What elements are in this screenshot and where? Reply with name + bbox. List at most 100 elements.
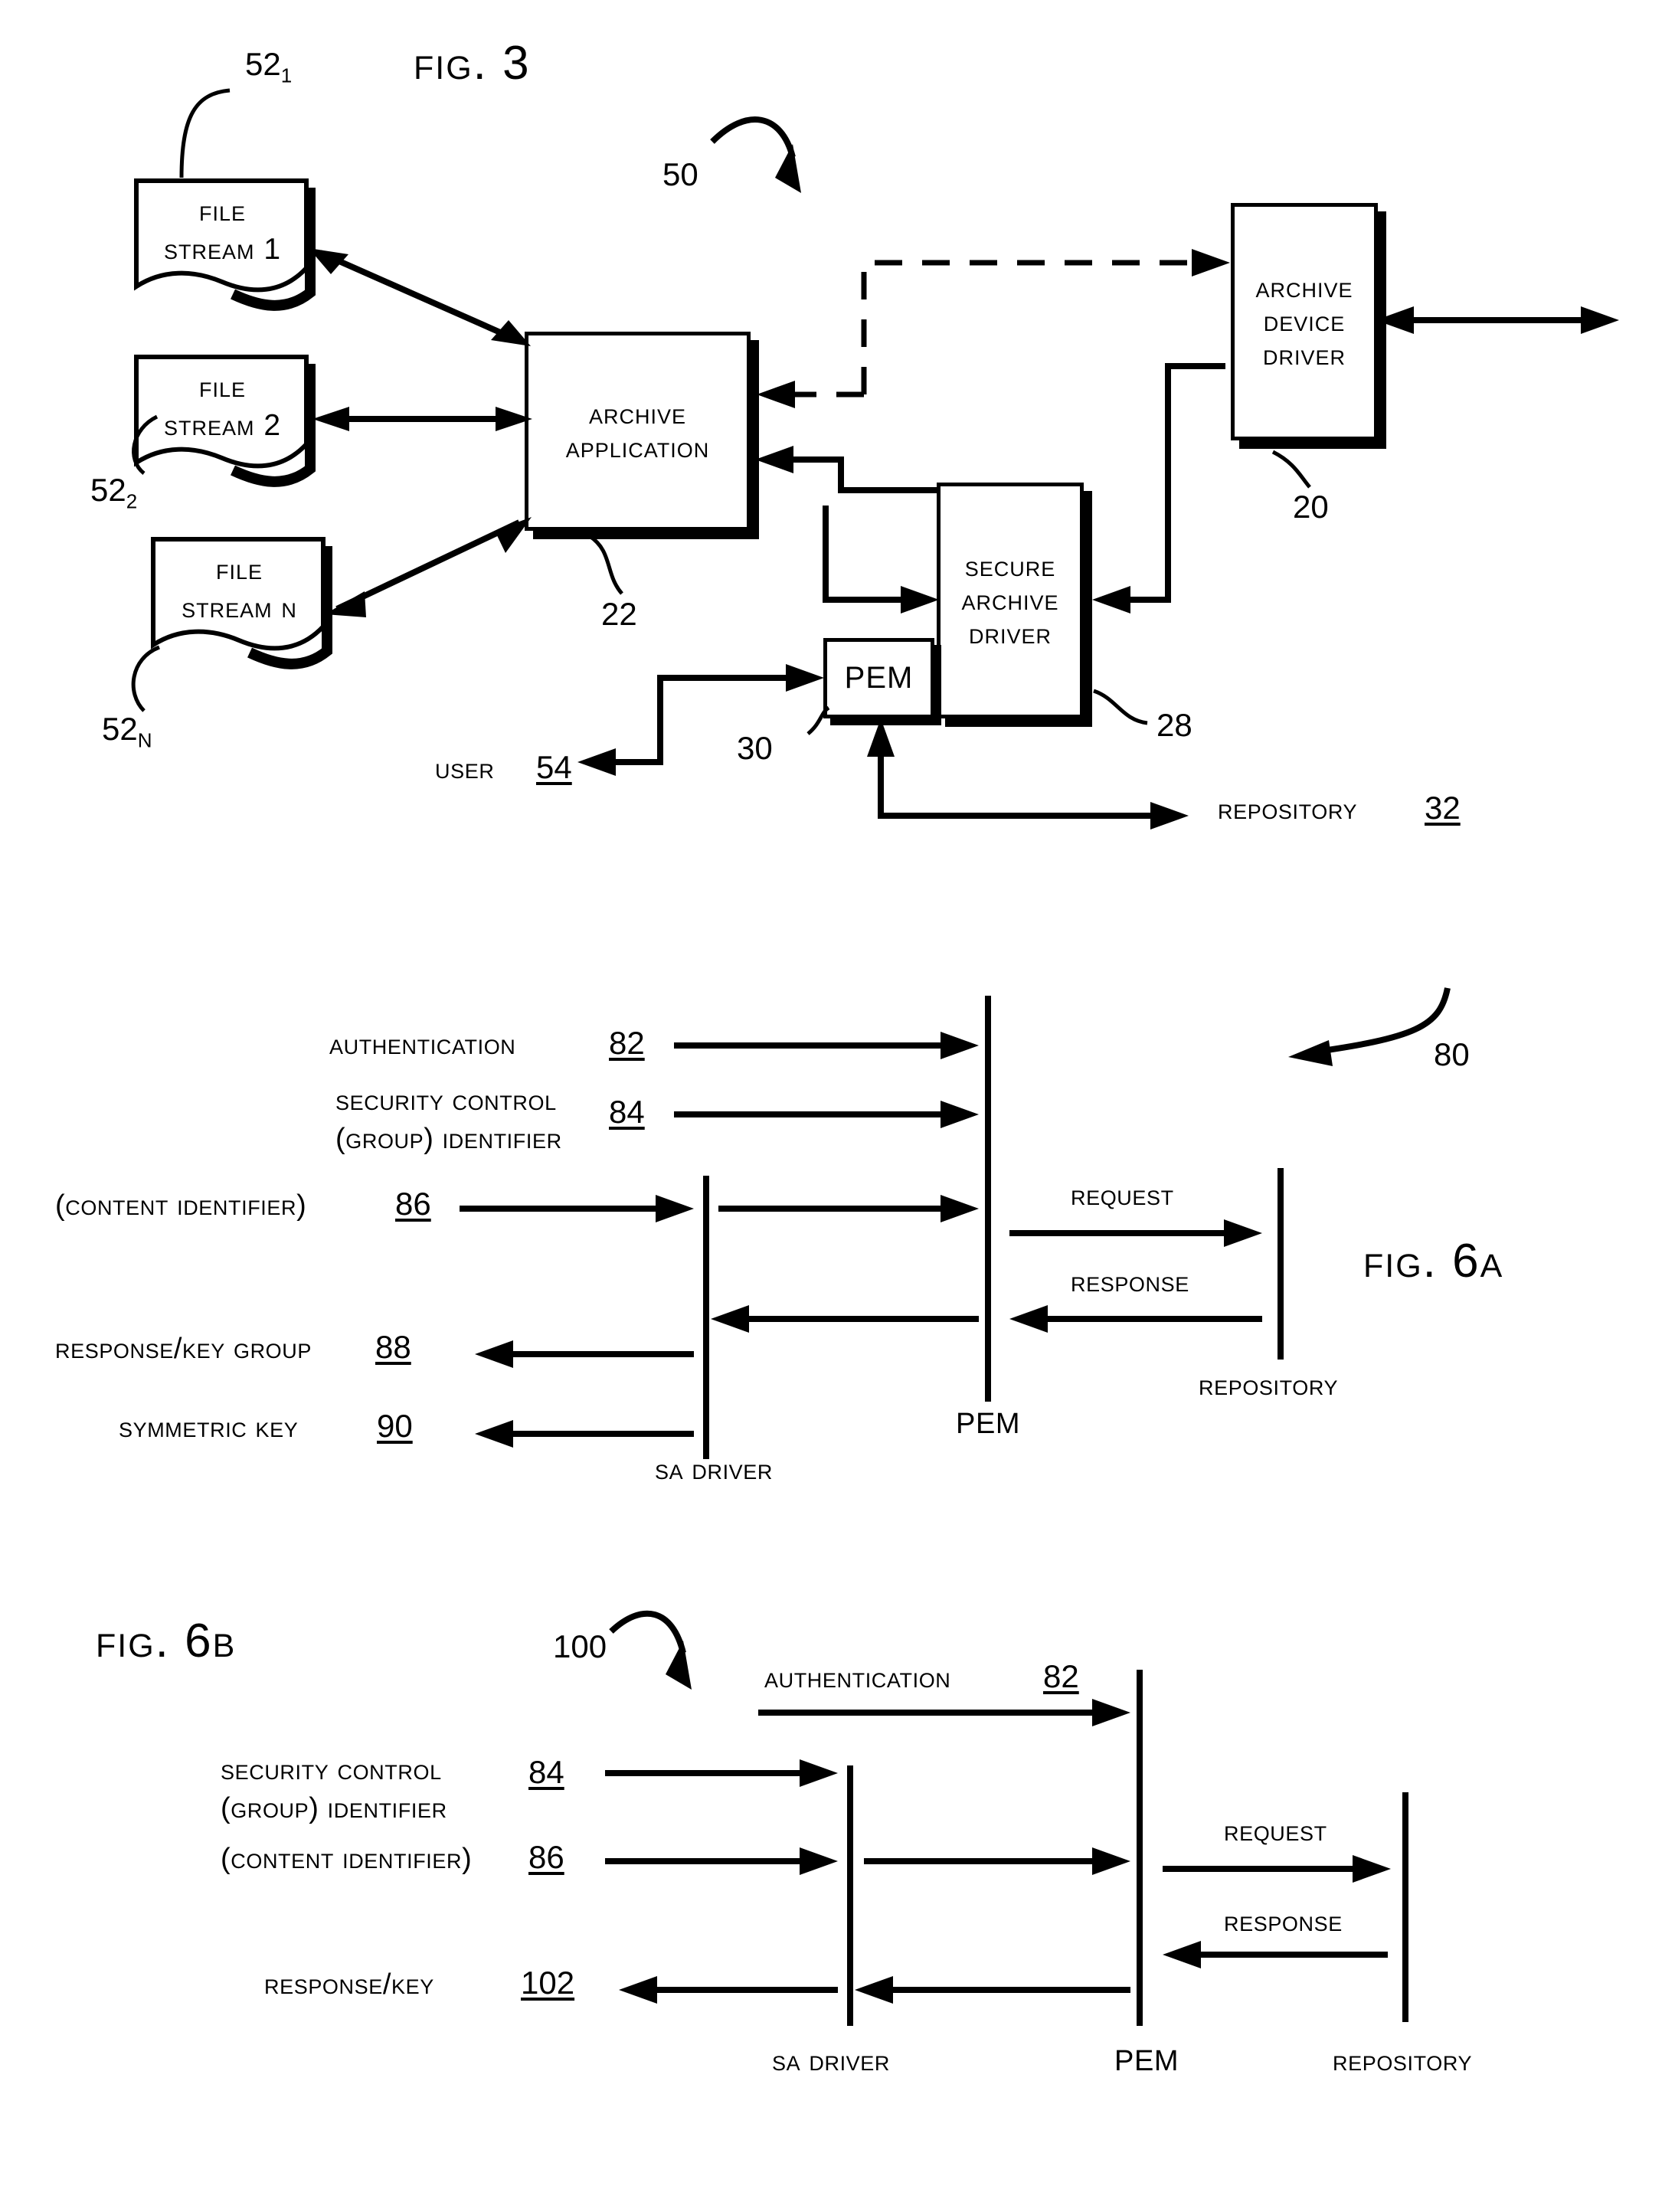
fig6a-system-ref: 80 bbox=[1434, 1036, 1470, 1072]
archive-application-ref: 22 bbox=[601, 596, 637, 632]
fig6a-msg-security-control-line1: Security Control bbox=[335, 1085, 557, 1117]
secure-archive-driver-label-line3: Driver bbox=[968, 617, 1052, 650]
arrow-file-stream-n-archive-application bbox=[325, 517, 532, 617]
archive-application-label-line2: Application bbox=[565, 431, 710, 464]
fig6a-arrow-response bbox=[1009, 1305, 1262, 1333]
repository-endpoint-label: Repository bbox=[1218, 794, 1358, 826]
fig6b-arrow-pem-to-sa-driver bbox=[855, 1976, 1130, 2004]
archive-application-label-line1: Archive bbox=[588, 398, 686, 430]
archive-device-driver-label-line1: Archive bbox=[1255, 271, 1353, 304]
fig6a-msg-content-identifier-ref: 86 bbox=[395, 1186, 431, 1222]
fig3-system-ref-pointer bbox=[710, 116, 801, 193]
secure-archive-driver-label-line1: Secure bbox=[964, 550, 1056, 583]
arrow-archive-device-driver-to-secure-archive-driver bbox=[1092, 363, 1225, 614]
fig6b-system-ref-pointer bbox=[609, 1610, 692, 1690]
fig6b-title: Fig. 6B bbox=[96, 1615, 237, 1667]
secure-archive-driver-ref: 28 bbox=[1156, 707, 1192, 743]
file-stream-n-label-line2: Stream N bbox=[182, 591, 297, 624]
file-stream-1-leader bbox=[179, 88, 231, 178]
file-stream-1-label-line2: Stream 1 bbox=[163, 233, 282, 266]
fig6a-arrow-symmetric-key bbox=[475, 1420, 694, 1448]
archive-application-leader bbox=[588, 534, 623, 595]
fig6b-exchange-response-label: Response bbox=[1224, 1906, 1343, 1938]
file-stream-1-label-line1: File bbox=[198, 195, 247, 227]
fig6b-msg-response-key-label: Response/Key bbox=[264, 1968, 434, 2001]
fig6b-arrow-response bbox=[1163, 1941, 1388, 1968]
connector-overlay bbox=[131, 88, 1619, 2026]
fig6a-arrow-request bbox=[1009, 1219, 1262, 1247]
fig6a-arrow-authentication bbox=[674, 1032, 979, 1059]
fig6b-arrow-sa-driver-to-pem bbox=[864, 1847, 1130, 1875]
file-stream-n-shape: File Stream N bbox=[146, 536, 333, 669]
fig6b-msg-content-identifier-label: (Content Identifier) bbox=[221, 1843, 473, 1875]
pem-ref: 30 bbox=[737, 730, 773, 766]
file-stream-2-label-line2: Stream 2 bbox=[163, 409, 282, 442]
file-stream-1-ref: 521 bbox=[245, 46, 293, 87]
fig6a-arrow-sa-driver-to-pem bbox=[718, 1195, 979, 1222]
fig6a-msg-authentication-ref: 82 bbox=[609, 1025, 645, 1061]
fig6b-msg-content-identifier-ref: 86 bbox=[528, 1839, 564, 1875]
fig6b-lifeline-repository-label: Repository bbox=[1333, 2045, 1473, 2077]
arrow-archive-device-driver-external bbox=[1376, 306, 1619, 334]
fig6a-msg-response-key-group-ref: 88 bbox=[375, 1329, 411, 1365]
file-stream-1-shape: File Stream 1 bbox=[129, 178, 316, 311]
fig6b-arrow-content-identifier bbox=[605, 1847, 838, 1875]
arrow-archive-application-to-secure-archive-driver bbox=[823, 506, 939, 614]
fig6b-msg-authentication-ref: 82 bbox=[1043, 1658, 1079, 1694]
file-stream-n-ref: 52N bbox=[102, 711, 152, 752]
secure-archive-driver-box[interactable]: Secure Archive Driver bbox=[937, 483, 1084, 718]
fig6a-msg-symmetric-key-label: Symmetric Key bbox=[119, 1412, 299, 1444]
arrow-file-stream-2-archive-application bbox=[312, 407, 532, 431]
fig6a-lifeline-pem-label: PEM bbox=[956, 1408, 1021, 1440]
fig6a-arrow-security-control bbox=[674, 1101, 979, 1128]
secure-archive-driver-leader bbox=[1093, 689, 1148, 725]
fig6b-arrow-security-control bbox=[605, 1759, 838, 1787]
fig6b-msg-security-control-ref: 84 bbox=[528, 1754, 564, 1790]
archive-application-box[interactable]: Archive Application bbox=[525, 332, 751, 531]
archive-device-driver-label-line3: Driver bbox=[1262, 339, 1346, 371]
fig6a-exchange-request-label: Request bbox=[1071, 1180, 1174, 1212]
fig6a-arrow-pem-to-sa-driver bbox=[711, 1305, 979, 1333]
fig6b-arrow-response-key bbox=[619, 1976, 838, 2004]
patent-drawing-sheet: Fig. 3 50 521 522 52N File Stream 1 File… bbox=[0, 0, 1675, 2212]
fig6a-arrow-content-identifier bbox=[460, 1195, 694, 1222]
archive-device-driver-box[interactable]: Archive Device Driver bbox=[1231, 203, 1378, 440]
fig3-system-ref: 50 bbox=[662, 156, 698, 192]
fig6a-msg-security-control-ref: 84 bbox=[609, 1094, 645, 1130]
user-endpoint-ref: 54 bbox=[536, 749, 572, 785]
archive-device-driver-label-line2: Device bbox=[1263, 305, 1346, 338]
fig6a-lifeline-sa-driver-label: SA Driver bbox=[655, 1454, 773, 1486]
file-stream-n-label-line1: File bbox=[215, 553, 263, 586]
archive-device-driver-ref: 20 bbox=[1293, 489, 1329, 525]
fig3-title: Fig. 3 bbox=[414, 37, 531, 90]
fig6a-system-ref-pointer bbox=[1288, 987, 1451, 1066]
fig6a-msg-content-identifier-label: (Content Identifier) bbox=[55, 1189, 307, 1222]
fig6a-title: Fig. 6A bbox=[1363, 1235, 1504, 1288]
arrow-repository-to-pem bbox=[867, 718, 1189, 830]
user-endpoint-label: User bbox=[435, 753, 495, 785]
fig6a-exchange-response-label: Response bbox=[1071, 1266, 1189, 1298]
fig6b-arrow-request bbox=[1163, 1855, 1391, 1883]
fig6a-msg-authentication-label: Authentication bbox=[329, 1029, 516, 1061]
fig6b-msg-response-key-ref: 102 bbox=[521, 1965, 575, 2001]
fig6b-exchange-request-label: Request bbox=[1224, 1815, 1327, 1847]
fig6b-lifeline-sa-driver-label: SA Driver bbox=[772, 2045, 890, 2077]
fig6b-lifeline-pem-label: PEM bbox=[1114, 2045, 1179, 2077]
fig6a-msg-response-key-group-label: Response/Key Group bbox=[55, 1333, 312, 1365]
pem-box[interactable]: PEM bbox=[823, 638, 934, 718]
fig6a-msg-security-control-line2: (Group) Identifier bbox=[335, 1123, 562, 1155]
fig6b-system-ref: 100 bbox=[553, 1628, 607, 1664]
file-stream-2-shape: File Stream 2 bbox=[129, 354, 316, 487]
fig6a-arrow-response-key-group bbox=[475, 1340, 694, 1368]
fig6a-msg-symmetric-key-ref: 90 bbox=[377, 1408, 413, 1444]
fig6b-arrow-authentication bbox=[758, 1699, 1130, 1726]
secure-archive-driver-label-line2: Archive bbox=[961, 584, 1059, 617]
fig6b-msg-security-control-line2: (Group) Identifier bbox=[221, 1792, 447, 1824]
arrow-file-stream-1-archive-application bbox=[309, 248, 531, 346]
file-stream-2-label-line1: File bbox=[198, 371, 247, 404]
fig6b-msg-security-control-line1: Security Control bbox=[221, 1754, 442, 1786]
repository-endpoint-ref: 32 bbox=[1425, 790, 1461, 826]
fig6a-lifeline-repository-label: Repository bbox=[1199, 1369, 1339, 1402]
fig6b-msg-authentication-label: Authentication bbox=[764, 1662, 951, 1694]
pem-label: PEM bbox=[844, 661, 914, 695]
